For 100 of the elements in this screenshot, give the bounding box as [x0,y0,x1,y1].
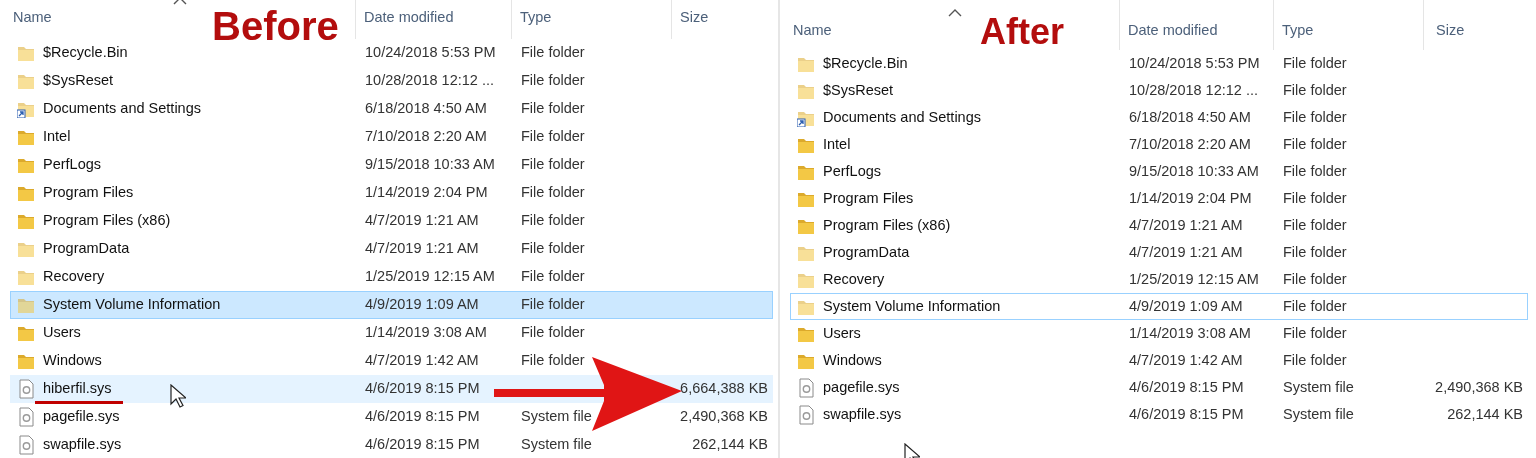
annotation-label: After [980,14,1064,50]
file-type: File folder [1283,351,1347,368]
type-column-header[interactable]: Type [1282,22,1314,38]
file-name: $Recycle.Bin [823,54,908,73]
file-row[interactable]: Program Files 1/14/2019 2:04 PM File folder [10,179,773,207]
file-name: Documents and Settings [823,108,981,127]
file-row[interactable]: ProgramData 4/7/2019 1:21 AM File folder [790,239,1528,266]
date-modified: 4/7/2019 1:21 AM [1129,216,1243,233]
file-type: File folder [1283,216,1347,233]
date-modified: 1/14/2019 2:04 PM [1129,189,1252,206]
file-name: Program Files [43,184,134,202]
date-modified: 4/7/2019 1:21 AM [365,212,479,229]
date-column-header[interactable]: Date modified [364,9,454,25]
date-modified: 6/18/2018 4:50 AM [1129,108,1251,125]
file-name: Intel [43,128,71,146]
file-row[interactable]: System Volume Information 4/9/2019 1:09 AM File folder [790,293,1528,320]
date-modified: 7/10/2018 2:20 AM [365,128,487,145]
file-type: System file [521,436,592,453]
file-name: Recovery [43,268,105,286]
name-column-header[interactable]: Name [13,9,52,25]
file-type: File folder [521,296,585,313]
file-name: Users [823,324,861,343]
file-size: 262,144 KB [1447,405,1523,422]
name-column-header[interactable]: Name [793,22,832,38]
date-modified: 4/6/2019 8:15 PM [365,436,480,453]
date-modified: 4/6/2019 8:15 PM [365,380,480,397]
date-column-header[interactable]: Date modified [1128,22,1218,38]
file-name: swapfile.sys [43,436,122,454]
sort-up-icon [948,8,962,17]
date-modified: 7/10/2018 2:20 AM [1129,135,1251,152]
file-row[interactable]: pagefile.sys 4/6/2019 8:15 PM System file 2,490,368 KB [790,374,1528,401]
size-column-header[interactable]: Size [680,9,709,25]
file-name: $Recycle.Bin [43,44,128,62]
file-row[interactable]: Windows 4/7/2019 1:42 AM File folder [790,347,1528,374]
file-type: File folder [521,324,585,341]
file-type: File folder [521,156,585,173]
file-row[interactable]: PerfLogs 9/15/2018 10:33 AM File folder [10,151,773,179]
size-column-header[interactable]: Size [1436,22,1465,38]
file-row[interactable]: System Volume Information 4/9/2019 1:09 AM File folder [10,291,773,319]
file-row[interactable]: $SysReset 10/28/2018 12:12 ... File folder [10,67,773,95]
file-row[interactable]: Recovery 1/25/2019 12:15 AM File folder [790,266,1528,293]
file-type: System file [1283,405,1354,422]
file-row[interactable]: Program Files 1/14/2019 2:04 PM File folder [790,185,1528,212]
file-row[interactable]: ProgramData 4/7/2019 1:21 AM File folder [10,235,773,263]
file-row[interactable]: Documents and Settings 6/18/2018 4:50 AM File folder [790,104,1528,131]
file-name: swapfile.sys [823,405,902,424]
file-name: Windows [43,352,102,370]
file-row[interactable]: Program Files (x86) 4/7/2019 1:21 AM File folder [790,212,1528,239]
date-modified: 4/7/2019 1:21 AM [1129,243,1243,260]
file-row[interactable]: Intel 7/10/2018 2:20 AM File folder [790,131,1528,158]
file-type: File folder [521,240,585,257]
file-row[interactable]: $Recycle.Bin 10/24/2018 5:53 PM File folder [790,50,1528,77]
date-modified: 4/7/2019 1:42 AM [1129,351,1243,368]
file-row[interactable]: Recovery 1/25/2019 12:15 AM File folder [10,263,773,291]
date-modified: 4/6/2019 8:15 PM [365,408,480,425]
file-row[interactable]: swapfile.sys 4/6/2019 8:15 PM System file 262,144 KB [10,431,773,458]
file-row[interactable]: Intel 7/10/2018 2:20 AM File folder [10,123,773,151]
file-type: File folder [521,184,585,201]
file-type: File folder [1283,108,1347,125]
file-row[interactable]: Windows 4/7/2019 1:42 AM File folder [10,347,773,375]
file-row[interactable]: pagefile.sys 4/6/2019 8:15 PM System file 2,490,368 KB [10,403,773,431]
file-name: ProgramData [823,243,910,262]
file-row[interactable]: Users 1/14/2019 3:08 AM File folder [10,319,773,347]
file-row[interactable]: Documents and Settings 6/18/2018 4:50 AM File folder [10,95,773,123]
file-row[interactable]: Program Files (x86) 4/7/2019 1:21 AM File folder [10,207,773,235]
file-size: 262,144 KB [692,436,768,453]
file-type: File folder [521,352,585,369]
file-type: File folder [521,100,585,117]
file-type: System file [1283,378,1354,395]
file-type: File folder [1283,324,1347,341]
mouse-cursor-icon [170,384,186,408]
file-row[interactable]: $SysReset 10/28/2018 12:12 ... File folder [790,77,1528,104]
file-type: File folder [521,268,585,285]
file-size: 2,490,368 KB [1435,378,1523,395]
date-modified: 4/6/2019 8:15 PM [1129,405,1244,422]
file-name: PerfLogs [823,162,882,181]
file-row[interactable]: swapfile.sys 4/6/2019 8:15 PM System file 262,144 KB [790,401,1528,428]
file-name: Windows [823,351,882,370]
file-row[interactable]: PerfLogs 9/15/2018 10:33 AM File folder [790,158,1528,185]
type-column-header[interactable]: Type [520,9,552,25]
file-type: File folder [1283,135,1347,152]
file-type: File folder [1283,270,1347,287]
date-modified: 4/7/2019 1:42 AM [365,352,479,369]
file-type: File folder [521,72,585,89]
file-size: 2,490,368 KB [680,408,768,425]
file-row[interactable]: Users 1/14/2019 3:08 AM File folder [790,320,1528,347]
file-name: Program Files (x86) [823,216,951,235]
file-type: File folder [1283,297,1347,314]
file-name: Users [43,324,81,342]
file-name: $SysReset [823,81,894,100]
file-name: System Volume Information [43,296,221,314]
date-modified: 10/24/2018 5:53 PM [365,44,496,61]
file-type: File folder [1283,81,1347,98]
file-size: 6,664,388 KB [680,380,768,397]
date-modified: 1/14/2019 2:04 PM [365,184,488,201]
file-name: Recovery [823,270,885,289]
date-modified: 4/7/2019 1:21 AM [365,240,479,257]
file-name: hiberfil.sys [43,380,112,398]
date-modified: 4/9/2019 1:09 AM [365,296,479,313]
date-modified: 10/24/2018 5:53 PM [1129,54,1260,71]
